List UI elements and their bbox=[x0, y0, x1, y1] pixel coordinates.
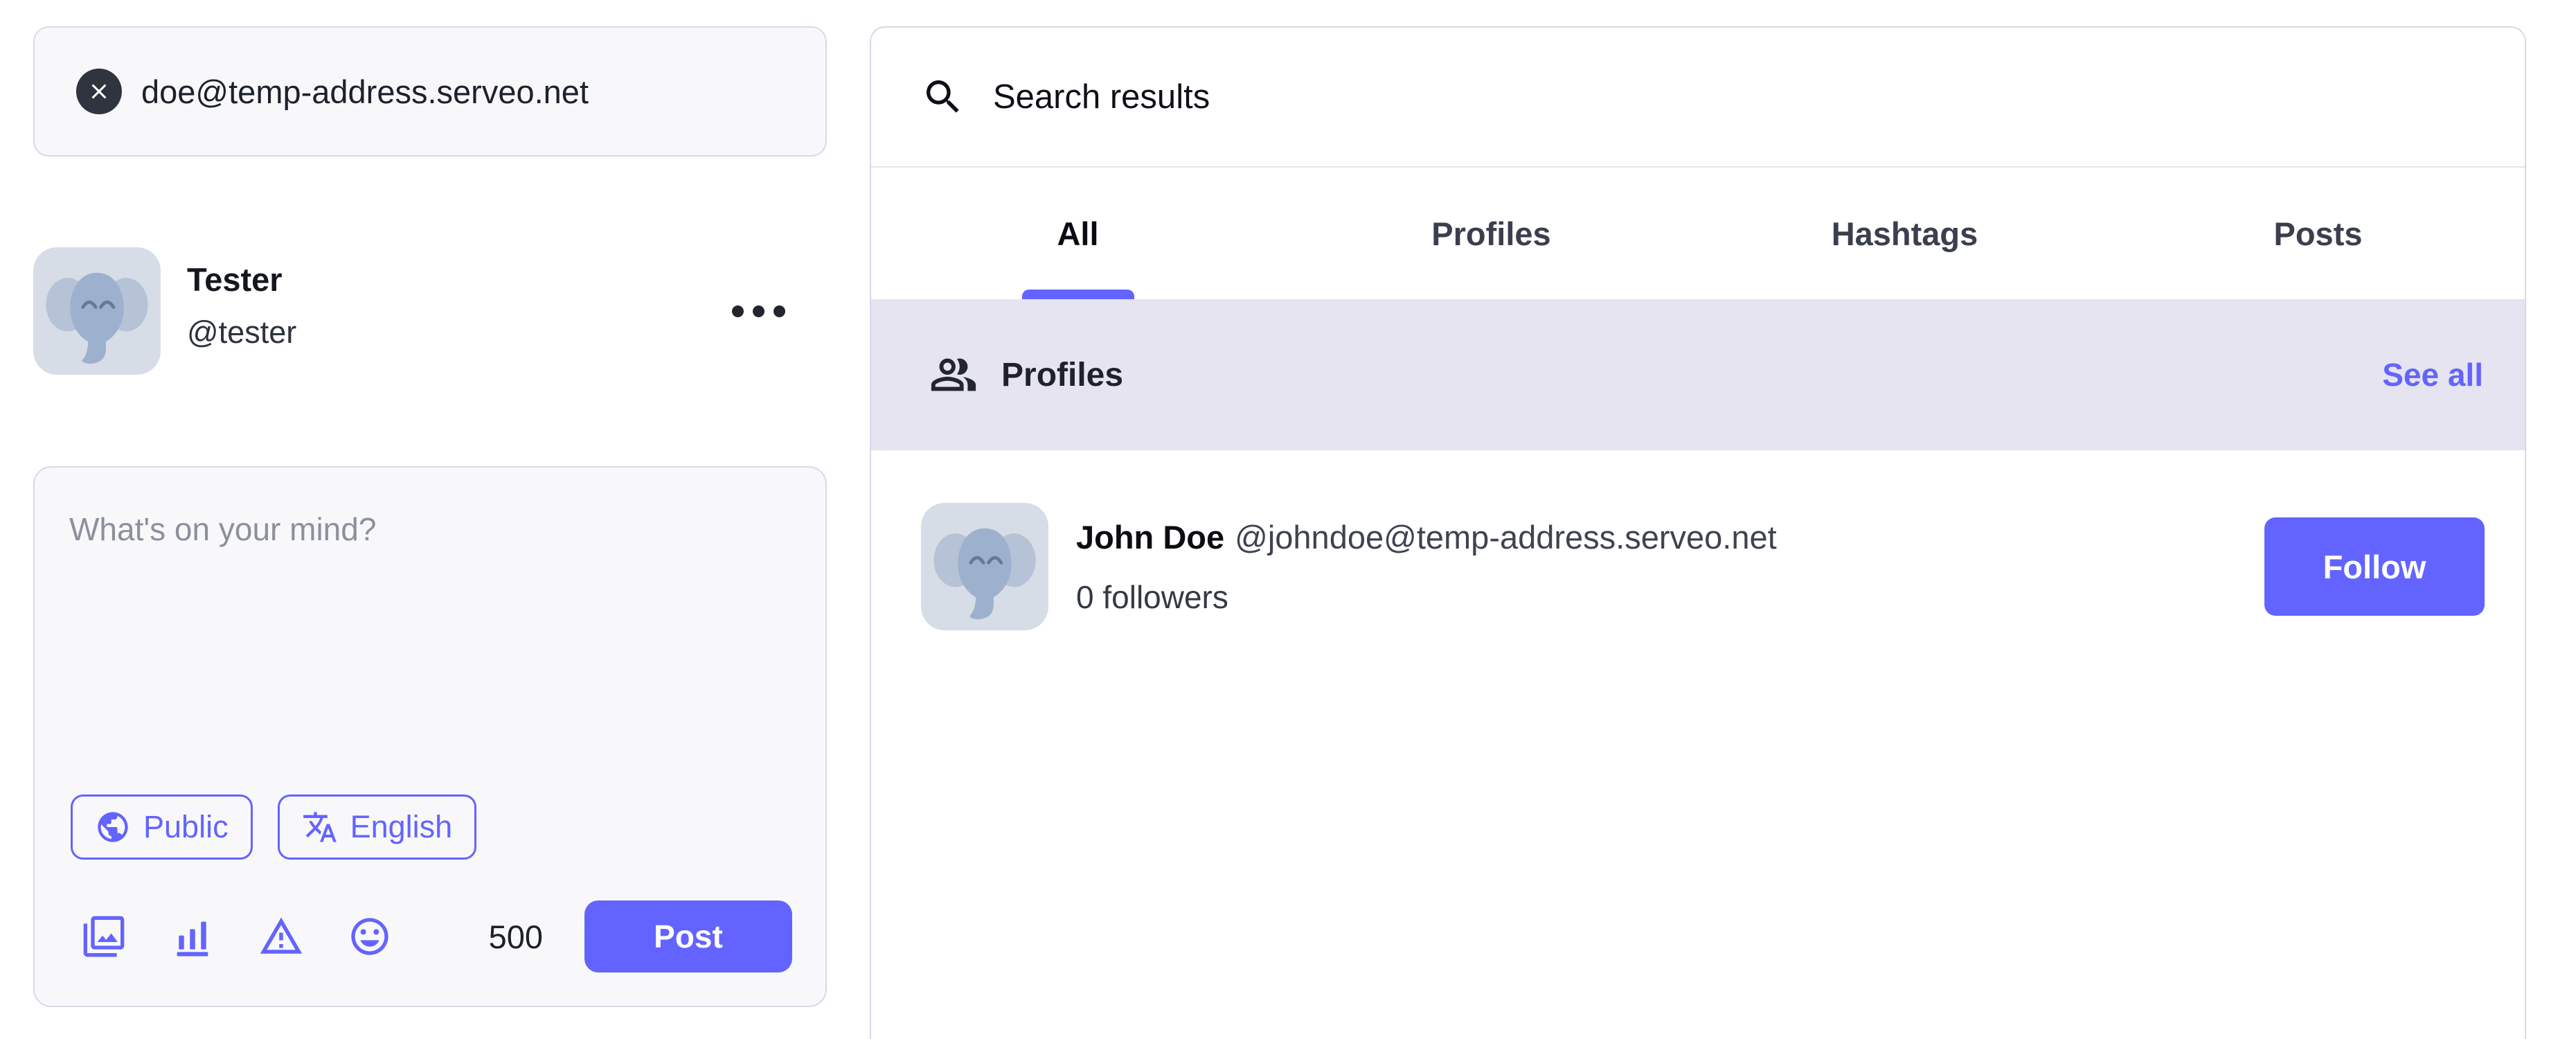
current-user-card: Tester @tester bbox=[33, 247, 827, 375]
tab-all-label: All bbox=[1057, 215, 1099, 252]
results-header: Search results bbox=[871, 28, 2525, 168]
elephant-avatar bbox=[33, 247, 161, 375]
result-texts: John Doe @johndoe@temp-address.serveo.ne… bbox=[1076, 516, 1777, 617]
profile-names: Tester @tester bbox=[187, 247, 296, 375]
tab-posts[interactable]: Posts bbox=[2111, 168, 2525, 299]
elephant-avatar bbox=[921, 503, 1048, 630]
search-input[interactable] bbox=[141, 72, 798, 111]
poll-icon bbox=[170, 914, 215, 959]
profiles-section-label: Profiles bbox=[1001, 356, 1124, 393]
more-options-button[interactable] bbox=[725, 299, 792, 324]
add-media-button[interactable] bbox=[80, 913, 127, 960]
search-results-panel: Search results All Profiles Hashtags Pos… bbox=[870, 26, 2526, 1039]
profile-result-row[interactable]: John Doe @johndoe@temp-address.serveo.ne… bbox=[871, 450, 2525, 630]
tab-hashtags[interactable]: Hashtags bbox=[1698, 168, 2111, 299]
emoji-icon bbox=[348, 914, 392, 959]
kebab-icon bbox=[732, 305, 785, 317]
compose-options-row: Public English bbox=[71, 794, 477, 860]
content-warning-button[interactable] bbox=[258, 913, 305, 960]
results-title: Search results bbox=[993, 78, 1210, 116]
language-button[interactable]: English bbox=[277, 794, 477, 860]
display-name: Tester bbox=[187, 261, 283, 298]
emoji-button[interactable] bbox=[346, 913, 393, 960]
tab-posts-label: Posts bbox=[2273, 215, 2363, 252]
search-icon bbox=[921, 75, 965, 119]
post-button[interactable]: Post bbox=[584, 900, 792, 973]
tab-hashtags-label: Hashtags bbox=[1831, 215, 1978, 252]
results-tabs: All Profiles Hashtags Posts bbox=[871, 168, 2525, 299]
compose-form[interactable]: What's on your mind? Public English 500 … bbox=[33, 466, 827, 1007]
result-followers-count: 0 followers bbox=[1076, 579, 1228, 615]
add-poll-button[interactable] bbox=[169, 913, 216, 960]
result-handle: @johndoe@temp-address.serveo.net bbox=[1235, 519, 1777, 556]
globe-icon bbox=[95, 809, 131, 845]
privacy-label: Public bbox=[143, 809, 229, 844]
compose-actions-row: 500 Post bbox=[35, 900, 825, 973]
close-icon bbox=[87, 79, 111, 104]
language-label: English bbox=[350, 809, 453, 844]
active-tab-indicator bbox=[1021, 290, 1134, 299]
tab-profiles-label: Profiles bbox=[1431, 215, 1551, 252]
search-clear-button[interactable] bbox=[76, 69, 122, 114]
tab-profiles[interactable]: Profiles bbox=[1285, 168, 1698, 299]
compose-placeholder: What's on your mind? bbox=[69, 511, 377, 547]
people-icon bbox=[929, 350, 978, 399]
user-handle: @tester bbox=[187, 314, 297, 350]
profiles-section-header: Profiles See all bbox=[871, 299, 2525, 450]
see-all-link[interactable]: See all bbox=[2382, 356, 2483, 393]
follow-button[interactable]: Follow bbox=[2264, 517, 2485, 616]
warning-icon bbox=[258, 914, 304, 959]
translate-icon bbox=[302, 809, 338, 845]
privacy-button[interactable]: Public bbox=[71, 794, 253, 860]
character-count: 500 bbox=[488, 918, 543, 955]
image-icon bbox=[82, 914, 126, 959]
result-display-name: John Doe bbox=[1076, 519, 1225, 556]
tab-all[interactable]: All bbox=[871, 168, 1285, 299]
search-box bbox=[33, 26, 827, 157]
